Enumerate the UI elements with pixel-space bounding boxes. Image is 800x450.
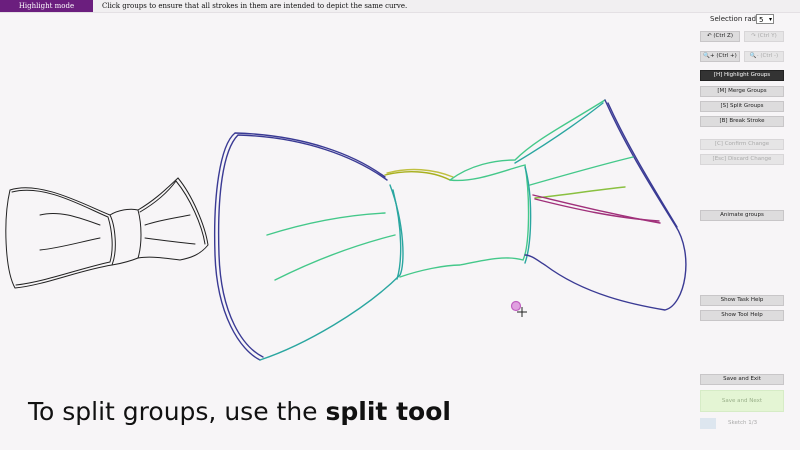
ref-fold-4 (144, 237, 196, 245)
tutorial-caption: To split groups, use the split tool (28, 397, 451, 426)
chevron-down-icon: ▾ (768, 16, 772, 23)
stroke-right-top (449, 99, 606, 181)
selection-radius-select[interactable]: 5 ▾ (756, 14, 774, 24)
stroke-right-top-2 (514, 102, 604, 164)
stroke-left-fold-2 (274, 234, 396, 281)
cursor-icon (510, 300, 527, 317)
redo-button[interactable]: ↷ (Ctrl Y) (744, 31, 784, 42)
mode-badge: Highlight mode (0, 0, 93, 12)
highlight-groups-button[interactable]: [H] Highlight Groups (700, 70, 784, 81)
task-instruction: Click groups to ensure that all strokes … (102, 2, 408, 10)
save-exit-button[interactable]: Save and Exit (700, 374, 784, 385)
show-task-help-button[interactable]: Show Task Help (700, 295, 784, 306)
sketch-counter: Sketch 1/3 (700, 418, 784, 429)
top-bar: Highlight mode Click groups to ensure th… (0, 0, 800, 13)
stroke-left-fold-1 (266, 212, 386, 236)
ref-fold-2 (39, 237, 101, 251)
discard-change-button[interactable]: [Esc] Discard Change (700, 154, 784, 165)
confirm-change-button[interactable]: [C] Confirm Change (700, 139, 784, 150)
merge-groups-button[interactable]: [M] Merge Groups (700, 86, 784, 97)
show-tool-help-button[interactable]: Show Tool Help (700, 310, 784, 321)
selection-radius-value: 5 (759, 16, 764, 24)
sketch-swatch (700, 418, 716, 429)
ref-left-wing-2 (11, 189, 113, 286)
animate-groups-button[interactable]: Animate groups (700, 210, 784, 221)
ref-right-wing-2 (139, 180, 206, 245)
stroke-right-fold-2 (534, 186, 626, 199)
ref-fold-3 (144, 214, 191, 226)
zoom-in-button[interactable]: 🔍+ (Ctrl +) (700, 51, 740, 62)
stroke-knot-body (399, 164, 530, 278)
sketch-counter-label: Sketch 1/3 (728, 420, 758, 426)
stroke-right-fold-1 (529, 156, 634, 186)
ref-fold-1 (39, 212, 101, 226)
caption-emphasis: split tool (325, 397, 451, 426)
reference-sketch (5, 177, 209, 289)
undo-button[interactable]: ↶ (Ctrl Z) (700, 31, 740, 42)
caption-prefix: To split groups, use the (28, 397, 326, 426)
stroke-left-wing-outer-2 (217, 134, 388, 358)
split-groups-button[interactable]: [S] Split Groups (700, 101, 784, 112)
stroke-right-outer (524, 99, 687, 311)
zoom-out-button[interactable]: 🔍- (Ctrl -) (744, 51, 784, 62)
save-next-button[interactable]: Save and Next (700, 390, 784, 412)
stroke-left-wing-outer (213, 132, 386, 361)
main-sketch-canvas[interactable] (205, 95, 695, 370)
break-stroke-button[interactable]: [B] Break Stroke (700, 116, 784, 127)
stroke-right-outer-2 (607, 102, 678, 228)
stroke-left-front (259, 184, 404, 361)
